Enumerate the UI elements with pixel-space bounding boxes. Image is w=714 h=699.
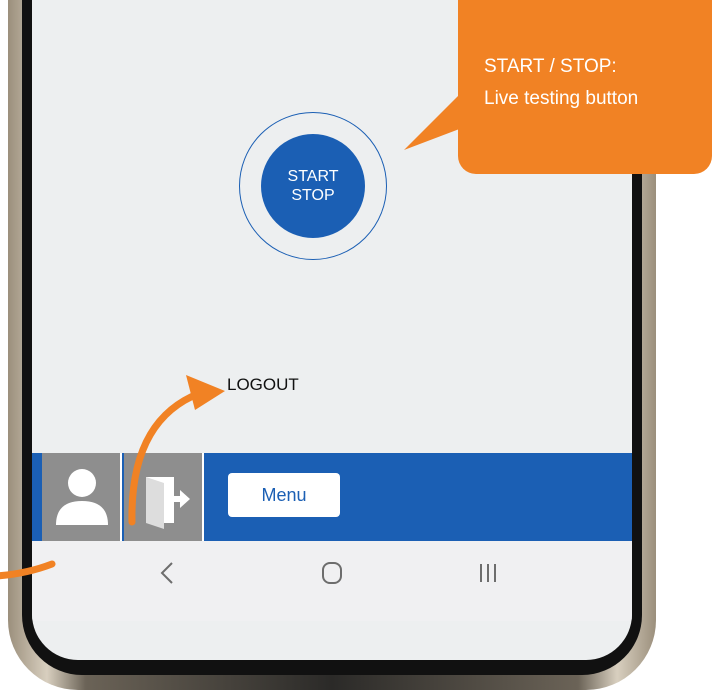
annotation-arrows	[0, 375, 225, 580]
